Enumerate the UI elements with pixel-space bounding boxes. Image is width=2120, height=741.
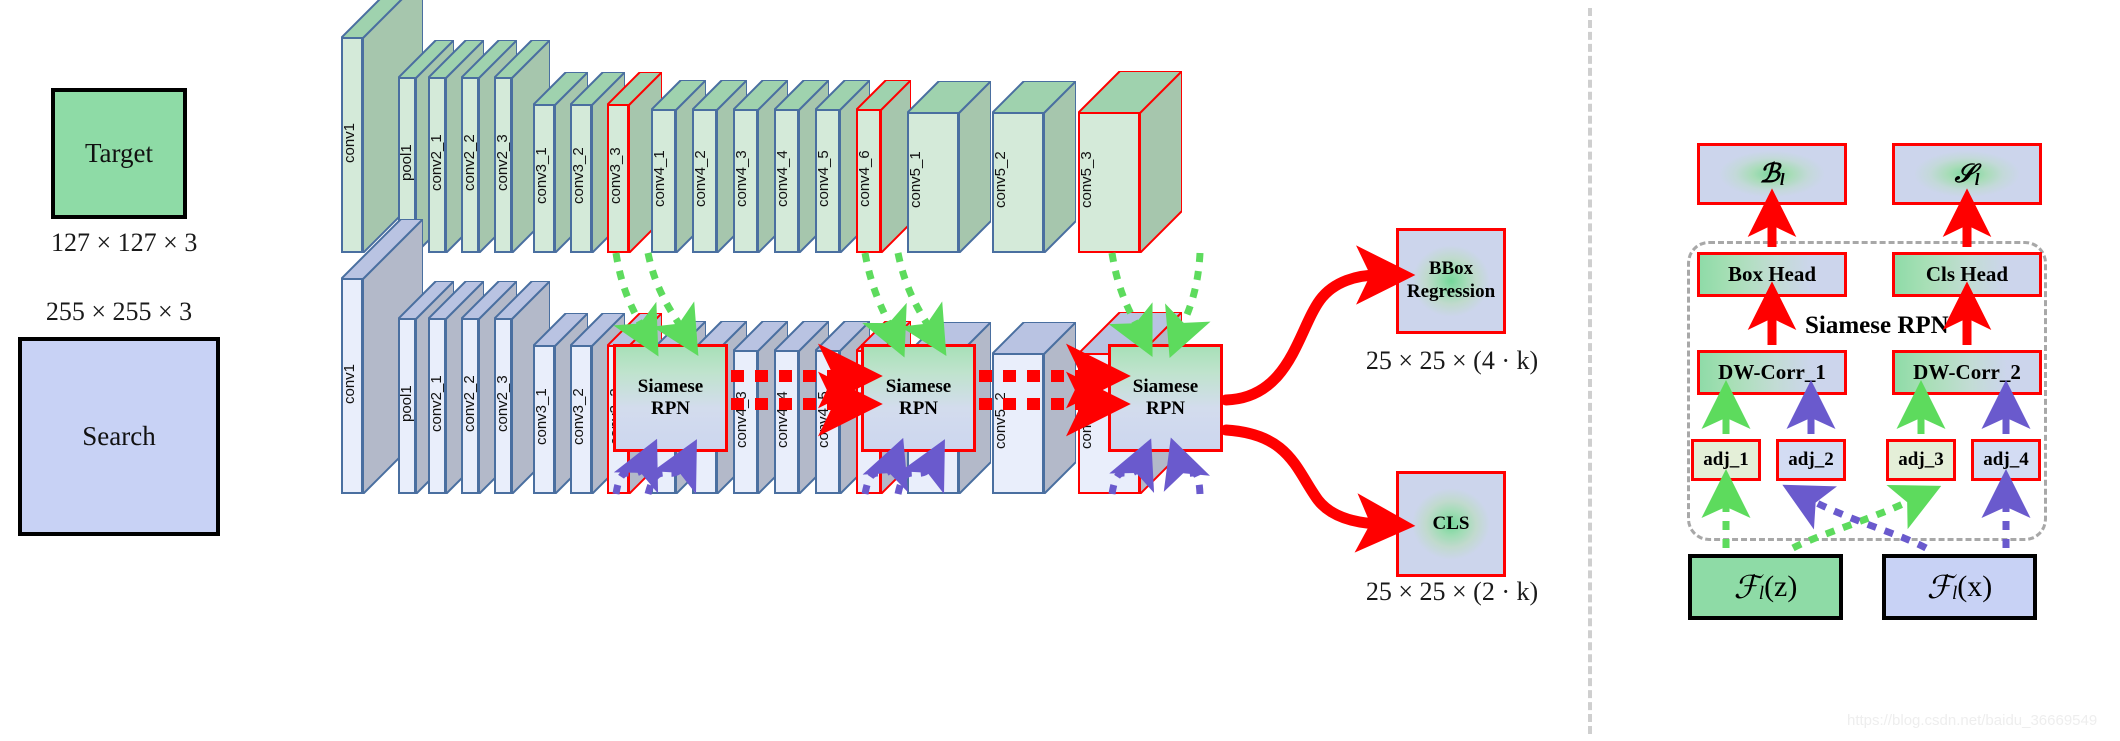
conv-slab-label: conv2_1 [428,375,445,432]
siamese-rpn-block-3[interactable]: Siamese RPN [1108,344,1223,452]
conv-slab-label: conv4_3 [733,391,750,448]
panel-divider [1588,8,1592,734]
conv-slab-label: conv3_1 [533,388,550,446]
adj-2-label: adj_2 [1788,449,1834,470]
Fz-subscript: l [1758,583,1765,604]
target-dims: 127 × 127 × 3 [51,228,198,257]
dw-corr-2-label: DW-Corr_2 [1913,360,2021,384]
feature-x-box[interactable]: ℱl (x) [1882,554,2037,620]
search-image-box: Search [18,337,220,536]
rpn-label-line2: RPN [1145,398,1186,419]
conv-slab-label: pool1 [398,385,415,422]
bbox-output-dims: 25 × 25 × (4 · k) [1365,346,1539,375]
conv-slab-label: conv2_1 [428,134,445,191]
Fz-symbol: ℱ [1733,569,1759,605]
conv-slab-label: conv1 [341,363,358,404]
search-dims: 255 × 255 × 3 [45,297,193,326]
Fx-subscript: l [1951,583,1958,604]
rpn-label-line2: RPN [650,398,691,419]
siamese-rpn-block-1[interactable]: Siamese RPN [613,344,728,452]
diagram-canvas: Target 127 × 127 × 3 255 × 255 × 3 Searc… [0,0,2120,741]
siamese-rpn-group-label: Siamese RPN [1805,312,1949,339]
rpn-label-line1: Siamese [1132,375,1199,397]
conv-slab-label: conv4_5 [815,150,832,207]
adj-3[interactable]: adj_3 [1886,439,1956,481]
rpn-to-output-arrows [1220,245,1416,553]
conv-slab-label: conv4_3 [733,150,750,207]
adj-2[interactable]: adj_2 [1776,439,1846,481]
conv-slab-label: conv4_6 [856,150,873,207]
bbox-output-Bl[interactable]: ℬl [1697,143,1847,205]
conv-slab-conv4_6: conv4_6 [856,80,911,253]
cls-head[interactable]: Cls Head [1892,252,2042,297]
target-label: Target [84,138,154,168]
feature-z-box[interactable]: ℱl (z) [1688,554,1843,620]
conv-slab-label: conv5_1 [907,151,924,209]
Fz-arg: (z) [1764,570,1798,603]
conv-slab-label: conv2_2 [461,375,478,432]
conv-slab-label: conv3_3 [607,147,624,205]
conv-slab-label: conv4_2 [692,150,709,207]
Fx-symbol: ℱ [1926,569,1952,605]
rpn-label-line2: RPN [898,398,939,419]
conv-slab-label: conv2_2 [461,134,478,191]
conv-slab-label: conv5_3 [1078,151,1095,209]
cls-output-Sl[interactable]: 𝒮l [1892,143,2042,205]
target-image-box: Target [51,88,187,219]
Fx-arg: (x) [1957,570,1993,603]
conv-slab-label: conv2_3 [494,134,511,191]
conv-slab-label: conv2_3 [494,375,511,432]
conv-slab-conv5_3: conv5_3 [1078,71,1182,253]
rpn-label-line1: Siamese [885,375,952,397]
adj-3-label: adj_3 [1898,449,1944,470]
conv-slab-label: conv3_1 [533,147,550,205]
dw-corr-1-label: DW-Corr_1 [1718,360,1826,384]
adj-1[interactable]: adj_1 [1691,439,1761,481]
bbox-output-line2: Regression [1406,281,1496,302]
Bl-subscript: l [1779,170,1785,189]
bbox-regression-output[interactable]: BBox Regression [1396,228,1506,334]
conv-slab-label: conv3_2 [570,388,587,446]
conv-slab-label: conv5_2 [992,392,1009,450]
adj-4[interactable]: adj_4 [1971,439,2041,481]
conv-slab-conv5_1: conv5_1 [907,81,991,253]
rpn-label-line1: Siamese [637,375,704,397]
conv-slab-conv5_2: conv5_2 [992,322,1076,494]
conv-slab-label: conv4_5 [815,391,832,448]
cls-output-dims: 25 × 25 × (2 · k) [1365,577,1539,606]
adj-1-label: adj_1 [1703,449,1749,470]
conv-slab-label: conv4_1 [651,150,668,207]
watermark-text: https://blog.csdn.net/baidu_36669549 [1847,712,2098,729]
Bl-symbol: ℬ [1759,159,1780,188]
search-label: Search [82,421,156,451]
Sl-symbol: 𝒮 [1954,158,1975,188]
box-head-label: Box Head [1727,262,1817,286]
conv-slab-conv5_2: conv5_2 [992,81,1076,253]
dw-corr-1[interactable]: DW-Corr_1 [1697,350,1847,395]
cls-head-label: Cls Head [1925,262,2009,286]
cls-output[interactable]: CLS [1396,471,1506,577]
conv-slab-label: conv5_2 [992,151,1009,209]
siamese-rpn-block-2[interactable]: Siamese RPN [861,344,976,452]
conv-slab-label: conv4_4 [774,150,791,207]
cls-output-line1: CLS [1432,512,1470,534]
dw-corr-2[interactable]: DW-Corr_2 [1892,350,2042,395]
conv-slab-label: conv4_4 [774,391,791,448]
Sl-subscript: l [1974,170,1980,189]
conv-slab-label: conv3_2 [570,147,587,205]
adj-4-label: adj_4 [1983,449,2029,470]
box-head[interactable]: Box Head [1697,252,1847,297]
bbox-output-line1: BBox [1428,258,1474,280]
